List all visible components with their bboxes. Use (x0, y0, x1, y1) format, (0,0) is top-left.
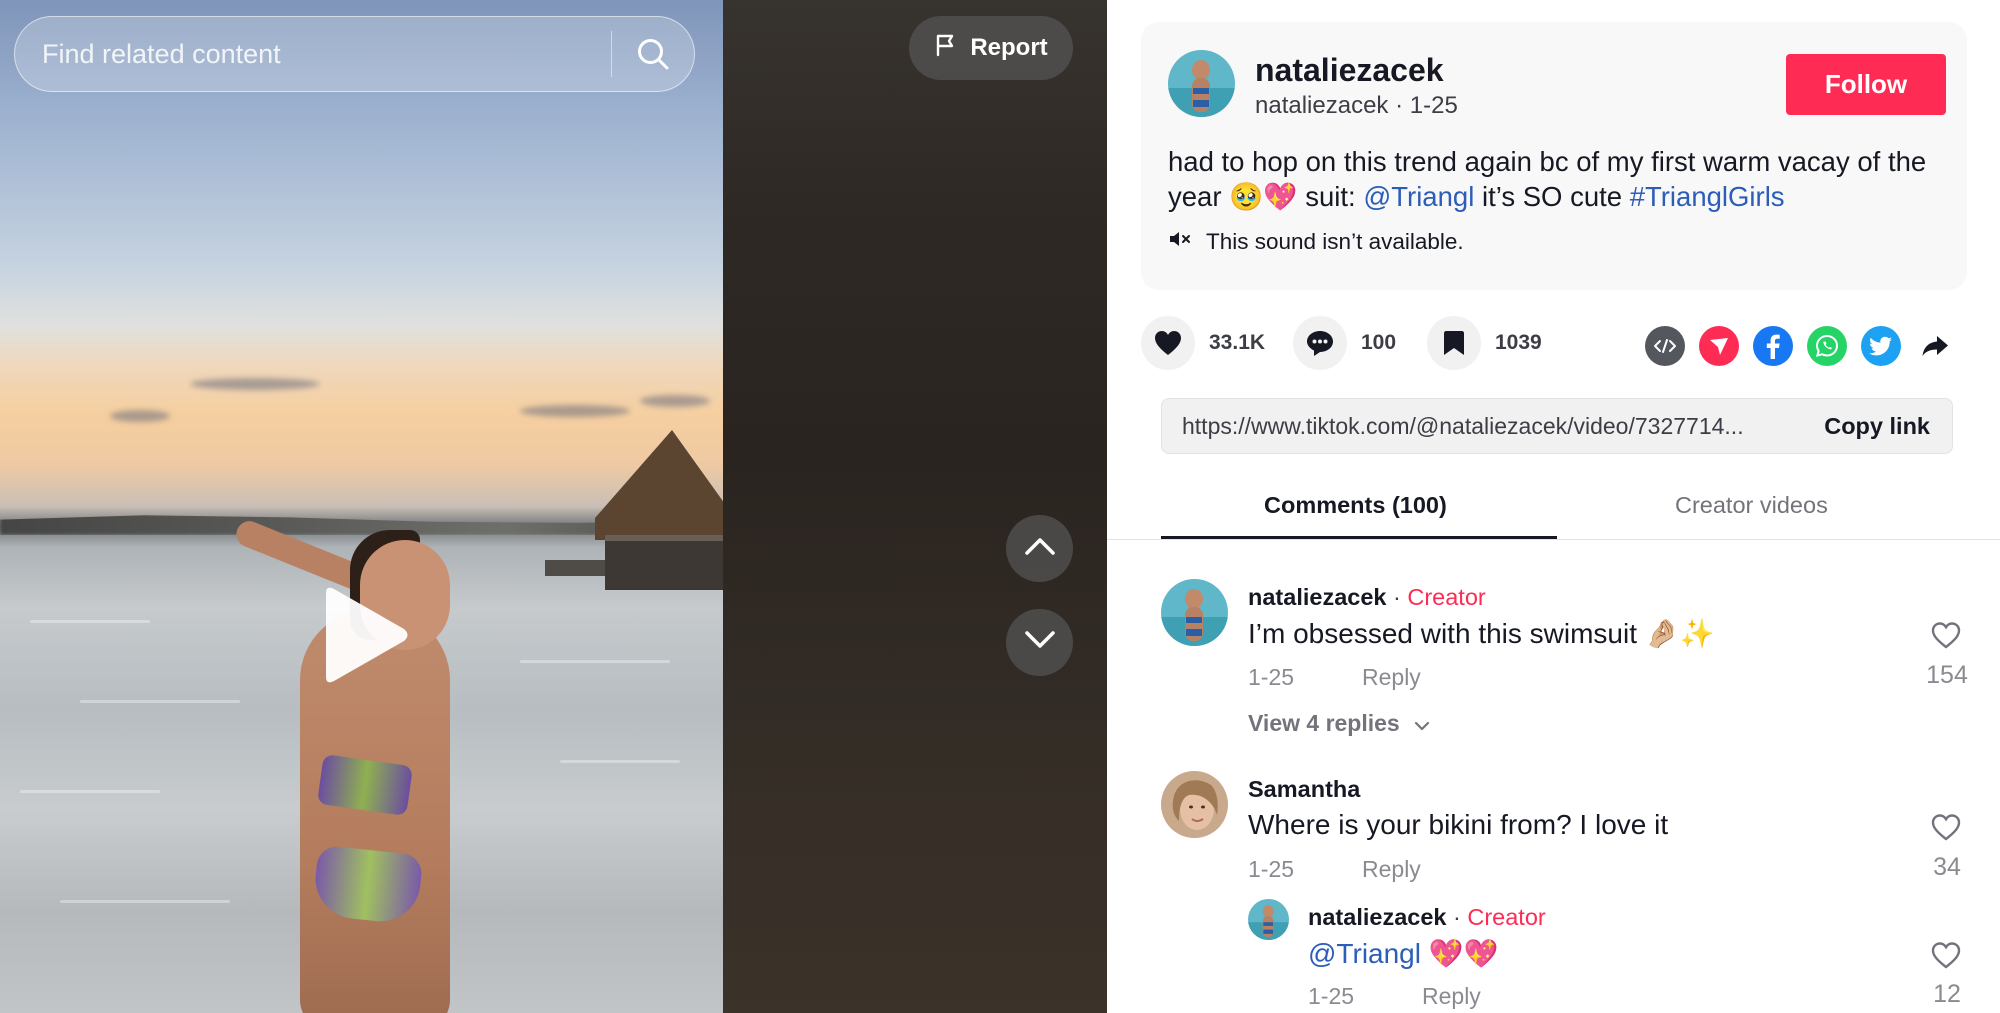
badge-separator: · (1386, 584, 1408, 610)
next-video-button[interactable] (1006, 609, 1073, 676)
author-avatar[interactable] (1168, 50, 1235, 117)
play-icon[interactable] (316, 585, 411, 685)
comment-date: 1-25 (1248, 856, 1295, 882)
cloud (190, 378, 320, 390)
water-ripple (560, 760, 680, 763)
water-ripple (520, 660, 670, 663)
video-frame[interactable] (0, 0, 723, 1013)
comment-like-count: 34 (1933, 853, 1961, 881)
embed-icon[interactable] (1645, 326, 1685, 366)
water-ripple (30, 620, 150, 623)
meta-separator: · (1388, 92, 1410, 119)
comment-date: 1-25 (1248, 664, 1295, 690)
heart-outline-icon[interactable] (1930, 812, 1970, 847)
actions-row: 33.1K 100 1039 (1141, 316, 1967, 374)
share-arrow-icon[interactable] (1915, 326, 1955, 366)
author-handle: nataliezacek (1255, 92, 1389, 119)
active-tab-indicator (1161, 536, 1557, 539)
comment-author[interactable]: nataliezacek · Creator (1248, 584, 1486, 611)
muted-speaker-icon (1168, 229, 1192, 255)
chevron-down-icon (1024, 630, 1056, 655)
sound-text: This sound isn’t available. (1206, 229, 1464, 254)
avatar[interactable] (1161, 579, 1228, 646)
caption-middle: it’s SO cute (1474, 181, 1630, 212)
facebook-icon[interactable] (1753, 326, 1793, 366)
like-count: 33.1K (1209, 331, 1266, 354)
water-ripple (80, 700, 240, 703)
badge-separator: · (1446, 904, 1468, 930)
heart-outline-icon[interactable] (1930, 620, 1970, 655)
hut-roof (595, 430, 723, 540)
comment-text: I’m obsessed with this swimsuit 🤌🏼✨ (1248, 618, 1715, 649)
comment-emoji: 💖💖 (1420, 938, 1499, 969)
reply-button[interactable]: Reply (1422, 983, 1481, 1010)
comment-author[interactable]: Samantha (1248, 776, 1360, 803)
author-meta: nataliezacek · 1-25 (1255, 94, 1458, 118)
caption-mention[interactable]: @Triangl (1363, 181, 1474, 212)
flag-icon (934, 33, 958, 64)
chevron-down-icon (1414, 710, 1430, 737)
view-replies-label: View 4 replies (1248, 710, 1400, 736)
comment-author-name: nataliezacek (1308, 904, 1447, 930)
share-link-url[interactable]: https://www.tiktok.com/@nataliezacek/vid… (1162, 413, 1806, 440)
comment-text: Where is your bikini from? I love it (1248, 809, 1669, 840)
view-replies-button[interactable]: View 4 replies (1248, 710, 1430, 737)
comment-action[interactable]: 100 (1293, 316, 1396, 370)
whatsapp-icon[interactable] (1807, 326, 1847, 366)
author-name[interactable]: nataliezacek (1255, 54, 1444, 86)
send-icon[interactable] (1699, 326, 1739, 366)
bookmark-icon[interactable] (1427, 316, 1481, 370)
sound-row: This sound isn’t available. (1168, 229, 1464, 255)
comment-author-name: nataliezacek (1248, 584, 1387, 610)
creator-badge: Creator (1467, 904, 1546, 930)
search-icon[interactable] (612, 17, 694, 91)
comment-icon[interactable] (1293, 316, 1347, 370)
comment-like-count: 12 (1933, 980, 1961, 1008)
cloud (640, 395, 710, 407)
cloud (520, 405, 630, 417)
video-blurred-background (723, 0, 1107, 1013)
video-player[interactable]: Report (0, 0, 1107, 1013)
like-action[interactable]: 33.1K (1141, 316, 1265, 370)
heart-outline-icon[interactable] (1930, 940, 1970, 975)
reply-button[interactable]: Reply (1362, 856, 1421, 883)
save-count: 1039 (1495, 331, 1542, 354)
avatar[interactable] (1161, 771, 1228, 838)
creator-badge: Creator (1407, 584, 1486, 610)
comment-text: @Triangl 💖💖 (1308, 937, 1499, 970)
post-date: 1-25 (1409, 92, 1458, 119)
report-label: Report (970, 34, 1048, 61)
comment-date: 1-25 (1308, 983, 1355, 1009)
previous-video-button[interactable] (1006, 515, 1073, 582)
comment-count: 100 (1361, 331, 1397, 354)
avatar[interactable] (1248, 899, 1289, 940)
report-button[interactable]: Report (909, 16, 1073, 80)
comment-like-count: 154 (1926, 661, 1968, 689)
follow-button[interactable]: Follow (1786, 54, 1946, 115)
details-panel: nataliezacek nataliezacek · 1-25 had to … (1107, 0, 2000, 1013)
chevron-up-icon (1024, 536, 1056, 561)
save-action[interactable]: 1039 (1427, 316, 1542, 370)
share-link-box: https://www.tiktok.com/@nataliezacek/vid… (1161, 398, 1953, 454)
water-ripple (20, 790, 160, 793)
post-caption: had to hop on this trend again bc of my … (1168, 144, 1958, 214)
reply-button[interactable]: Reply (1362, 664, 1421, 691)
water-ripple (60, 900, 230, 903)
copy-link-button[interactable]: Copy link (1806, 413, 1952, 440)
hut-base (605, 535, 723, 590)
twitter-icon[interactable] (1861, 326, 1901, 366)
tab-bar: Comments (100) Creator videos (1107, 478, 2000, 540)
comment-mention[interactable]: @Triangl (1308, 938, 1421, 969)
search-input[interactable] (15, 17, 611, 91)
search-bar[interactable] (14, 16, 695, 92)
caption-hashtag[interactable]: #TrianglGirls (1630, 181, 1785, 212)
comment-author-name: Samantha (1248, 776, 1361, 802)
tab-creator-videos[interactable]: Creator videos (1675, 492, 1828, 519)
comment-author[interactable]: nataliezacek · Creator (1308, 904, 1546, 931)
tab-comments[interactable]: Comments (100) (1264, 492, 1447, 519)
heart-icon[interactable] (1141, 316, 1195, 370)
cloud (110, 410, 170, 422)
